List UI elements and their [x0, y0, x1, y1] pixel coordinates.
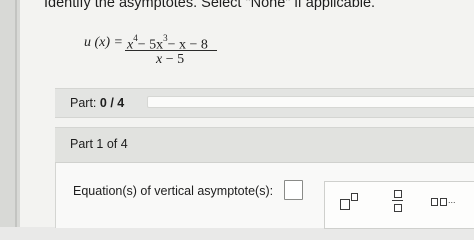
progress-label-text: Part: — [70, 96, 97, 110]
list-box-a — [431, 198, 438, 206]
numerator-exp1: 4 — [133, 33, 138, 43]
list-ellipsis: ... — [448, 195, 456, 205]
fraction-bar — [125, 50, 217, 52]
left-margin — [0, 0, 20, 227]
numerator-exp2: 3 — [163, 33, 168, 43]
fraction-top-box — [394, 190, 402, 198]
fraction-line — [392, 200, 403, 201]
function-denominator: x − 5 — [156, 52, 184, 68]
vertical-asymptote-input[interactable] — [284, 180, 303, 200]
part-title: Part 1 of 4 — [70, 137, 128, 151]
function-lhs: u (x) = — [84, 35, 123, 50]
exponent-sup-box — [351, 193, 358, 201]
vertical-asymptote-label: Equation(s) of vertical asymptote(s): — [73, 184, 274, 198]
progress-label: Part: 0 / 4 — [70, 96, 124, 110]
exponent-base-box — [340, 199, 350, 210]
progress-value: 0 / 4 — [99, 96, 125, 110]
fraction-bottom-box — [394, 204, 402, 212]
list-box-b — [440, 198, 447, 206]
left-rail — [15, 0, 17, 227]
progress-bar — [147, 96, 474, 108]
denominator-rest: − 5 — [165, 52, 185, 67]
question-prompt: Identify the asymptotes. Select "None" i… — [44, 0, 376, 11]
denominator-var: x — [156, 52, 163, 67]
